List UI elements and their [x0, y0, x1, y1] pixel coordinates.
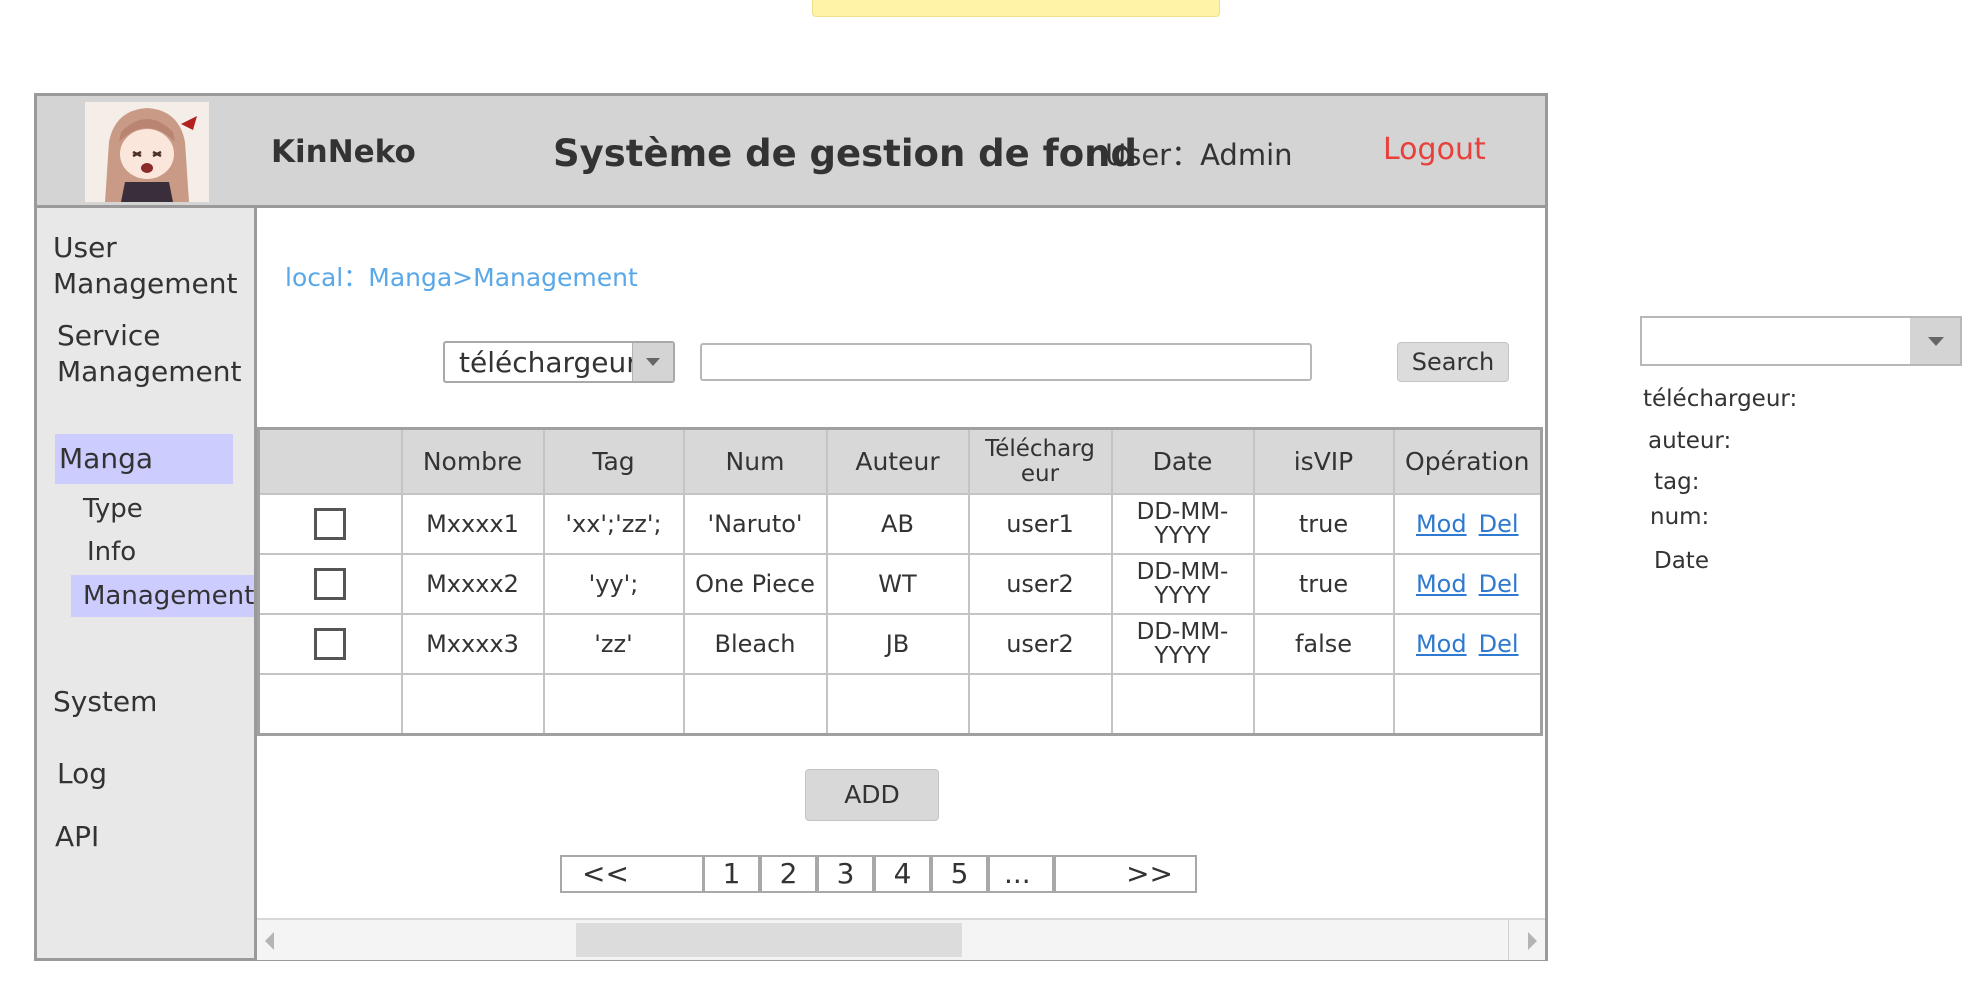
cell-num: Bleach [682, 613, 828, 675]
sidebar-item-api[interactable]: API [55, 819, 99, 855]
cell-operation: Mod Del [1392, 553, 1543, 615]
cell-auteur: AB [825, 493, 970, 555]
col-header-operation: Opération [1392, 427, 1543, 495]
del-link[interactable]: Del [1479, 570, 1519, 598]
sidebar-item-service-management[interactable]: Service Management [57, 318, 247, 390]
sidebar-item-manga[interactable]: Manga [55, 434, 233, 484]
cell-nombre: Mxxxx1 [400, 493, 545, 555]
col-header-auteur: Auteur [825, 427, 970, 495]
table-row: Mxxxx3 'zz' Bleach JB user2 DD-MM-YYYY f… [257, 613, 1543, 675]
app-name: KinNeko [271, 134, 416, 170]
sidebar-subitem-info[interactable]: Info [87, 535, 136, 569]
mod-link[interactable]: Mod [1416, 570, 1467, 598]
del-link[interactable]: Del [1479, 510, 1519, 538]
cell-isvip: true [1252, 493, 1395, 555]
sidebar-item-log[interactable]: Log [57, 756, 107, 792]
page-title: Système de gestion de fond [553, 132, 1137, 175]
cell-auteur: JB [825, 613, 970, 675]
cell-nombre: Mxxxx3 [400, 613, 545, 675]
cell-tag: 'xx';'zz'; [542, 493, 685, 555]
col-header-isvip: isVIP [1252, 427, 1395, 495]
cell-tag: 'zz' [542, 613, 685, 675]
search-input[interactable] [700, 343, 1312, 381]
add-button[interactable]: ADD [805, 769, 939, 821]
cell-isvip: false [1252, 613, 1395, 675]
dropdown-option-auteur[interactable]: auteur: [1648, 428, 1731, 454]
row-checkbox[interactable] [314, 628, 347, 660]
current-user-label: User：Admin [1105, 138, 1293, 172]
field-select[interactable] [1640, 316, 1962, 366]
sidebar-subitem-management[interactable]: Management [71, 575, 254, 617]
cell-date: DD-MM-YYYY [1110, 493, 1255, 555]
pagination-next[interactable]: >> [1054, 855, 1197, 893]
pagination-page-2[interactable]: 2 [760, 855, 817, 893]
dropdown-option-date[interactable]: Date [1654, 548, 1709, 574]
filter-select-value: téléchargeur [459, 346, 638, 379]
cell-operation: Mod Del [1392, 493, 1543, 555]
table-row: Mxxxx2 'yy'; One Piece WT user2 DD-MM-YY… [257, 553, 1543, 615]
dropdown-option-telechargeur[interactable]: téléchargeur: [1643, 386, 1797, 412]
sidebar-item-user-management[interactable]: User Management [53, 230, 237, 302]
chevron-down-icon[interactable] [1910, 318, 1960, 364]
cell-auteur: WT [825, 553, 970, 615]
table-row-empty [257, 673, 1543, 736]
sticky-note [812, 0, 1220, 17]
row-checkbox[interactable] [314, 568, 347, 600]
table-row: Mxxxx1 'xx';'zz'; 'Naruto' AB user1 DD-M… [257, 493, 1543, 555]
dropdown-option-tag[interactable]: tag: [1654, 469, 1699, 495]
chevron-down-icon[interactable] [632, 343, 673, 381]
pagination-ellipsis[interactable]: ... [988, 855, 1054, 893]
mod-link[interactable]: Mod [1416, 630, 1467, 658]
scroll-right-icon[interactable] [1528, 932, 1537, 950]
cell-telechargeur: user2 [967, 553, 1113, 615]
cell-num: 'Naruto' [682, 493, 828, 555]
search-button[interactable]: Search [1397, 342, 1509, 382]
col-header-select [257, 427, 403, 495]
sidebar: User Management Service Management Manga… [37, 208, 257, 958]
col-header-num: Num [682, 427, 828, 495]
app-window: KinNeko Système de gestion de fond User：… [34, 93, 1548, 961]
cell-num: One Piece [682, 553, 828, 615]
sidebar-item-system[interactable]: System [53, 684, 157, 720]
scrollbar-thumb[interactable] [576, 923, 962, 957]
pagination-page-1[interactable]: 1 [703, 855, 760, 893]
logo-avatar [85, 102, 209, 202]
breadcrumb: local：Manga>Management [285, 263, 638, 292]
col-header-date: Date [1110, 427, 1255, 495]
col-header-tag: Tag [542, 427, 685, 495]
mod-link[interactable]: Mod [1416, 510, 1467, 538]
cell-telechargeur: user1 [967, 493, 1113, 555]
cell-isvip: true [1252, 553, 1395, 615]
manga-table: Nombre Tag Num Auteur Télécharg eur Date… [257, 427, 1543, 736]
dropdown-option-num[interactable]: num: [1650, 504, 1709, 530]
cell-date: DD-MM-YYYY [1110, 553, 1255, 615]
logout-link[interactable]: Logout [1383, 132, 1486, 167]
cell-nombre: Mxxxx2 [400, 553, 545, 615]
pagination-page-5[interactable]: 5 [931, 855, 988, 893]
scroll-left-icon[interactable] [265, 932, 274, 950]
horizontal-scrollbar[interactable] [257, 918, 1545, 960]
col-header-nombre: Nombre [400, 427, 545, 495]
pagination-page-4[interactable]: 4 [874, 855, 931, 893]
sidebar-subitem-type[interactable]: Type [83, 492, 143, 526]
cell-telechargeur: user2 [967, 613, 1113, 675]
pagination-prev[interactable]: << [560, 855, 704, 893]
cell-operation: Mod Del [1392, 613, 1543, 675]
pagination: << 1 2 3 4 5 ... >> [257, 855, 1545, 893]
cell-date: DD-MM-YYYY [1110, 613, 1255, 675]
row-checkbox[interactable] [314, 508, 347, 540]
table-header-row: Nombre Tag Num Auteur Télécharg eur Date… [257, 427, 1543, 495]
main-content: local：Manga>Management téléchargeur Sear… [257, 208, 1545, 960]
cell-tag: 'yy'; [542, 553, 685, 615]
del-link[interactable]: Del [1479, 630, 1519, 658]
filter-field-select[interactable]: téléchargeur [443, 341, 675, 383]
header-bar: KinNeko Système de gestion de fond User：… [37, 96, 1545, 208]
scroll-right-button[interactable] [1508, 920, 1545, 960]
pagination-page-3[interactable]: 3 [817, 855, 874, 893]
col-header-telechargeur: Télécharg eur [967, 427, 1113, 495]
